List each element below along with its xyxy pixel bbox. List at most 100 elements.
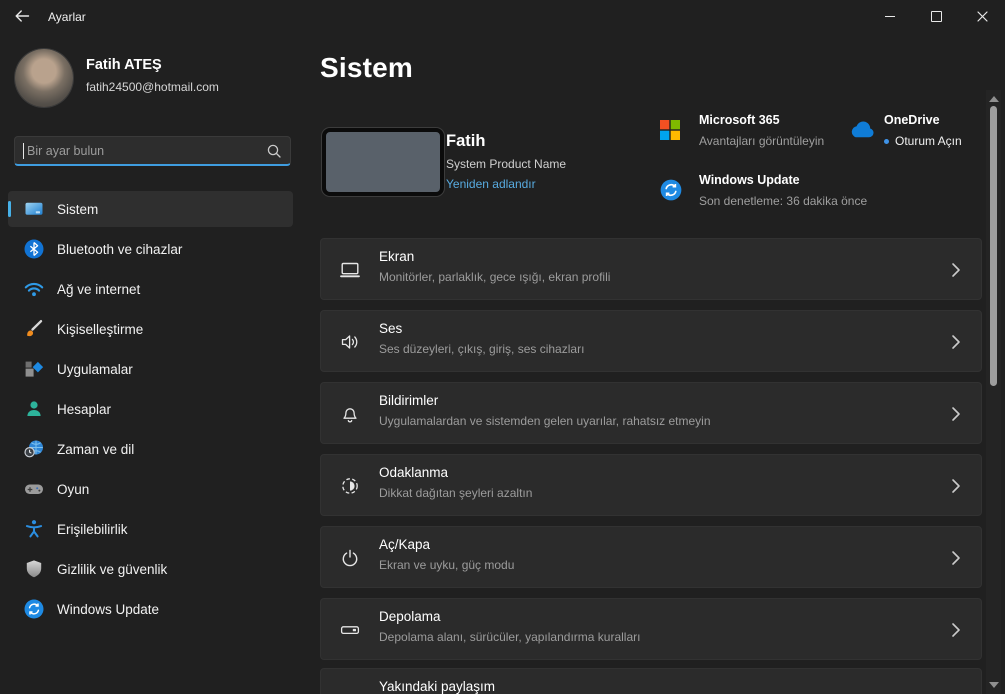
chevron-right-icon xyxy=(951,406,961,422)
display-icon xyxy=(338,258,362,282)
sidebar-item-gizlilik[interactable]: Gizlilik ve güvenlik xyxy=(8,551,293,587)
clock-globe-icon xyxy=(23,438,45,460)
user-avatar[interactable] xyxy=(15,49,73,107)
chevron-right-icon xyxy=(951,550,961,566)
sidebar-item-label: Sistem xyxy=(57,202,98,217)
bluetooth-icon xyxy=(23,238,45,260)
sidebar-item-kisisellestirme[interactable]: Kişiselleştirme xyxy=(8,311,293,347)
search-box[interactable] xyxy=(14,136,291,166)
windows-update-status: Son denetleme: 36 dakika önce xyxy=(699,194,867,208)
device-product-name: System Product Name xyxy=(446,157,566,171)
row-title: Aç/Kapa xyxy=(379,537,430,552)
back-icon xyxy=(14,9,30,23)
close-button[interactable] xyxy=(959,0,1005,32)
sidebar-item-label: Oyun xyxy=(57,482,89,497)
m365-title[interactable]: Microsoft 365 xyxy=(699,113,780,127)
settings-row-bildirimler[interactable]: Bildirimler Uygulamalardan ve sistemden … xyxy=(320,382,982,444)
back-button[interactable] xyxy=(4,0,40,32)
user-name: Fatih ATEŞ xyxy=(86,57,162,73)
onedrive-status[interactable]: Oturum Açın xyxy=(884,134,962,148)
accessibility-icon xyxy=(23,518,45,540)
sidebar-item-label: Ağ ve internet xyxy=(57,282,140,297)
sidebar-item-bluetooth[interactable]: Bluetooth ve cihazlar xyxy=(8,231,293,267)
minimize-button[interactable] xyxy=(867,0,913,32)
settings-row-ac-kapa[interactable]: Aç/Kapa Ekran ve uyku, güç modu xyxy=(320,526,982,588)
row-title: Depolama xyxy=(379,609,441,624)
scrollbar-down-arrow-icon[interactable] xyxy=(989,682,999,688)
windows-update-title[interactable]: Windows Update xyxy=(699,173,800,187)
device-thumbnail xyxy=(322,128,444,196)
search-icon xyxy=(266,143,282,159)
device-name: Fatih xyxy=(446,132,485,151)
sidebar-item-label: Uygulamalar xyxy=(57,362,133,377)
microsoft-logo-icon xyxy=(659,119,681,141)
row-subtitle: Ekran ve uyku, güç modu xyxy=(379,558,514,572)
nearby-share-icon xyxy=(338,688,362,694)
selection-indicator xyxy=(8,201,11,217)
settings-row-odaklanma[interactable]: Odaklanma Dikkat dağıtan şeyleri azaltın xyxy=(320,454,982,516)
onedrive-icon xyxy=(846,121,876,141)
onedrive-status-text: Oturum Açın xyxy=(895,134,962,148)
search-input[interactable] xyxy=(25,143,266,159)
chevron-right-icon xyxy=(951,262,961,278)
row-subtitle: Ses düzeyleri, çıkış, giriş, ses cihazla… xyxy=(379,342,584,356)
sidebar-item-label: Zaman ve dil xyxy=(57,442,134,457)
row-subtitle: Depolama alanı, sürücüler, yapılandırma … xyxy=(379,630,640,644)
system-monitor-icon xyxy=(23,198,45,220)
maximize-button[interactable] xyxy=(913,0,959,32)
sidebar-item-windows-update[interactable]: Windows Update xyxy=(8,591,293,627)
row-title: Ekran xyxy=(379,249,414,264)
sidebar-item-label: Hesaplar xyxy=(57,402,111,417)
window-title: Ayarlar xyxy=(48,10,86,24)
row-subtitle: Dikkat dağıtan şeyleri azaltın xyxy=(379,486,532,500)
sidebar-item-label: Bluetooth ve cihazlar xyxy=(57,242,182,257)
row-subtitle: Monitörler, parlaklık, gece ışığı, ekran… xyxy=(379,270,610,284)
update-icon xyxy=(23,598,45,620)
account-person-icon xyxy=(23,398,45,420)
sidebar-item-uygulamalar[interactable]: Uygulamalar xyxy=(8,351,293,387)
settings-row-depolama[interactable]: Depolama Depolama alanı, sürücüler, yapı… xyxy=(320,598,982,660)
sidebar-item-label: Gizlilik ve güvenlik xyxy=(57,562,167,577)
settings-row-ekran[interactable]: Ekran Monitörler, parlaklık, gece ışığı,… xyxy=(320,238,982,300)
settings-row-yakindaki-paylasim[interactable]: Yakındaki paylaşım xyxy=(320,668,982,694)
storage-icon xyxy=(338,618,362,642)
settings-row-ses[interactable]: Ses Ses düzeyleri, çıkış, giriş, ses cih… xyxy=(320,310,982,372)
sidebar-item-oyun[interactable]: Oyun xyxy=(8,471,293,507)
chevron-right-icon xyxy=(951,622,961,638)
row-title: Odaklanma xyxy=(379,465,448,480)
power-icon xyxy=(338,546,362,570)
scrollbar-up-arrow-icon[interactable] xyxy=(989,96,999,102)
row-title: Bildirimler xyxy=(379,393,438,408)
sidebar-item-ag-ve-internet[interactable]: Ağ ve internet xyxy=(8,271,293,307)
m365-subtitle[interactable]: Avantajları görüntüleyin xyxy=(699,134,824,148)
speaker-icon xyxy=(338,330,362,354)
sidebar-item-label: Erişilebilirlik xyxy=(57,522,128,537)
close-icon xyxy=(977,11,988,22)
user-email: fatih24500@hotmail.com xyxy=(86,80,219,94)
sidebar-item-zaman-ve-dil[interactable]: Zaman ve dil xyxy=(8,431,293,467)
paintbrush-icon xyxy=(23,318,45,340)
windows-update-icon xyxy=(659,178,683,202)
sidebar-item-hesaplar[interactable]: Hesaplar xyxy=(8,391,293,427)
gamepad-icon xyxy=(23,478,45,500)
page-title: Sistem xyxy=(320,52,413,84)
bell-icon xyxy=(338,402,362,426)
wifi-icon xyxy=(23,278,45,300)
chevron-right-icon xyxy=(951,478,961,494)
sidebar-item-label: Kişiselleştirme xyxy=(57,322,143,337)
status-dot xyxy=(884,139,889,144)
onedrive-title[interactable]: OneDrive xyxy=(884,113,940,127)
chevron-right-icon xyxy=(951,334,961,350)
sidebar-item-label: Windows Update xyxy=(57,602,159,617)
rename-link[interactable]: Yeniden adlandır xyxy=(446,177,536,191)
sidebar-item-sistem[interactable]: Sistem xyxy=(8,191,293,227)
row-subtitle: Uygulamalardan ve sistemden gelen uyarıl… xyxy=(379,414,711,428)
settings-window: Ayarlar Fatih ATEŞ fatih24500@hotmail.co… xyxy=(0,0,1005,694)
scrollbar-thumb[interactable] xyxy=(990,106,997,386)
row-title: Ses xyxy=(379,321,402,336)
shield-icon xyxy=(23,558,45,580)
sidebar-item-erisilebilirlik[interactable]: Erişilebilirlik xyxy=(8,511,293,547)
focus-icon xyxy=(338,474,362,498)
maximize-icon xyxy=(931,11,942,22)
row-title: Yakındaki paylaşım xyxy=(379,679,495,694)
